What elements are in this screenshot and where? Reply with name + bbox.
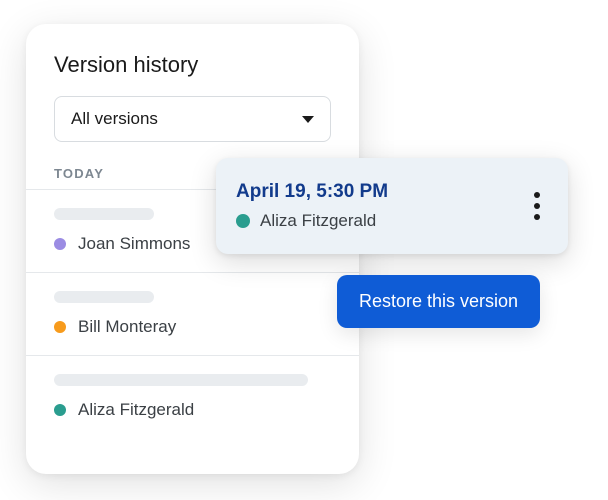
panel-title: Version history [26, 52, 359, 78]
author-name: Aliza Fitzgerald [78, 400, 194, 420]
author-name: Bill Monteray [78, 317, 176, 337]
version-author: Bill Monteray [54, 317, 331, 337]
author-color-dot [54, 404, 66, 416]
kebab-dot-icon [534, 203, 540, 209]
version-author: Aliza Fitzgerald [54, 400, 331, 420]
version-row[interactable]: Aliza Fitzgerald [26, 356, 359, 438]
popover-author: Aliza Fitzgerald [236, 211, 388, 231]
author-color-dot [54, 238, 66, 250]
timestamp-skeleton [54, 291, 154, 303]
caret-down-icon [302, 116, 314, 123]
more-options-button[interactable] [526, 184, 548, 228]
timestamp-skeleton [54, 208, 154, 220]
kebab-dot-icon [534, 214, 540, 220]
kebab-dot-icon [534, 192, 540, 198]
popover-content: April 19, 5:30 PM Aliza Fitzgerald [236, 181, 388, 231]
author-name: Joan Simmons [78, 234, 190, 254]
popover-author-name: Aliza Fitzgerald [260, 211, 376, 231]
author-color-dot [236, 214, 250, 228]
popover-timestamp: April 19, 5:30 PM [236, 181, 388, 203]
dropdown-selected-label: All versions [71, 109, 158, 129]
timestamp-skeleton [54, 374, 308, 386]
author-color-dot [54, 321, 66, 333]
selected-version-popover: April 19, 5:30 PM Aliza Fitzgerald [216, 158, 568, 254]
restore-version-button[interactable]: Restore this version [337, 275, 540, 328]
versions-filter-dropdown[interactable]: All versions [54, 96, 331, 142]
version-row[interactable]: Bill Monteray [26, 273, 359, 355]
